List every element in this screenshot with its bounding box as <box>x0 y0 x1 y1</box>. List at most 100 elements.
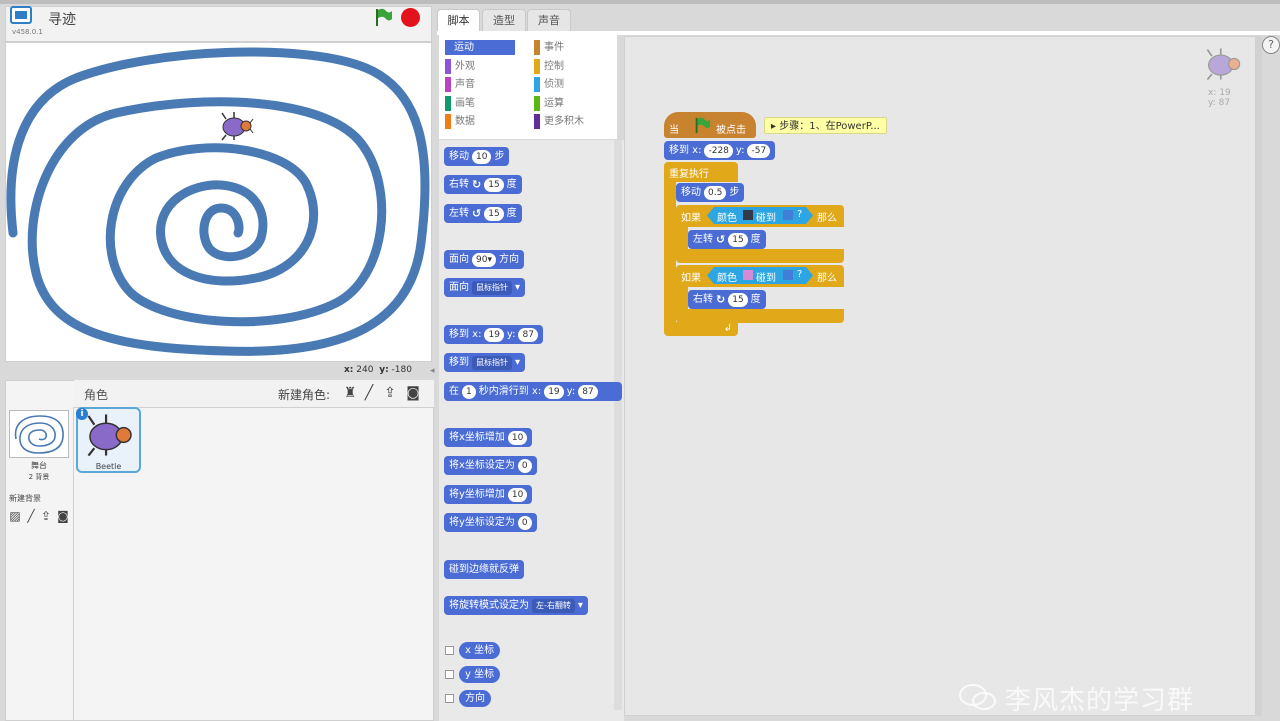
x-position-checkbox[interactable] <box>445 646 454 655</box>
tab-scripts[interactable]: 脚本 <box>437 9 480 31</box>
if-then-label: 那么 <box>817 273 837 284</box>
comment-collapse-icon[interactable]: ▸ <box>771 121 776 132</box>
forever-label: 重复执行 <box>669 169 709 180</box>
green-flag-icon[interactable] <box>373 7 393 27</box>
spiral-track <box>6 47 430 356</box>
backdrop-count: 2 背景 <box>28 473 50 481</box>
color-swatch-blue[interactable] <box>783 210 793 220</box>
tab-costumes[interactable]: 造型 <box>482 9 526 31</box>
category-right-0[interactable]: 事件 <box>534 40 604 55</box>
if-label: 如果 <box>681 273 701 284</box>
stage-name: 舞台 <box>31 461 47 470</box>
palette-turn-right-block[interactable]: 右转 ↻ 15 度 <box>444 175 522 194</box>
top-border <box>0 0 1280 4</box>
palette-y-position-reporter[interactable]: y 坐标 <box>459 666 501 683</box>
palette-set-x-block[interactable]: 将x坐标设定为 0 <box>444 456 537 475</box>
palette-set-y-block[interactable]: 将y坐标设定为 0 <box>444 513 537 532</box>
forever-block-arm <box>664 182 676 322</box>
category-right-3[interactable]: 运算 <box>534 95 604 111</box>
category-right-1[interactable]: 控制 <box>534 58 604 74</box>
condition-question-mark: ? <box>797 269 803 280</box>
dropdown-arrow-icon: ▾ <box>515 357 521 368</box>
if-block-2-foot <box>676 309 844 323</box>
camera-icon[interactable]: ◙ <box>404 384 422 402</box>
script-turn-left-block[interactable]: 左转 ↺ 15 度 <box>688 230 766 249</box>
backdrop-camera-icon[interactable]: ◙ <box>56 509 70 523</box>
rotate-counterclockwise-icon: ↺ <box>472 207 482 220</box>
block-categories: 运动外观声音画笔数据 事件控制侦测运算更多积木 <box>439 35 617 139</box>
collapse-arrow-icon[interactable]: ◂ <box>430 366 439 378</box>
direction-checkbox[interactable] <box>445 694 454 703</box>
project-title[interactable]: 寻迹 <box>48 9 76 29</box>
rotate-counterclockwise-icon: ↺ <box>716 233 726 246</box>
stage[interactable] <box>5 42 432 362</box>
fullscreen-icon[interactable] <box>10 6 32 24</box>
stop-button[interactable] <box>401 8 420 27</box>
paint-brush-icon[interactable]: ╱ <box>360 384 378 402</box>
color-swatch-blue[interactable] <box>783 270 793 280</box>
palette-move-block[interactable]: 移动 10 步 <box>444 147 510 166</box>
hat-label-when: 当 <box>669 125 679 136</box>
category-right-2[interactable]: 侦测 <box>534 77 604 92</box>
scripts-scrollbar[interactable] <box>1256 36 1262 716</box>
new-backdrop-label: 新建背景 <box>9 494 41 503</box>
scripts-area[interactable] <box>624 36 1256 716</box>
palette-turn-left-block[interactable]: 左转 ↺ 15 度 <box>444 204 522 223</box>
category-left-3[interactable]: 画笔 <box>445 95 515 111</box>
palette-x-position-reporter[interactable]: x 坐标 <box>459 642 501 659</box>
green-flag-icon <box>695 117 711 134</box>
tab-sounds[interactable]: 声音 <box>527 9 571 31</box>
palette-goto-block[interactable]: 移到 鼠标指针 ▾ <box>444 353 526 372</box>
y-position-checkbox[interactable] <box>445 670 454 679</box>
help-icon[interactable]: ? <box>1262 36 1280 54</box>
script-goto-xy-block[interactable]: 移到 x: -228 y: -57 <box>664 141 776 160</box>
condition-question-mark: ? <box>797 209 803 220</box>
category-left-2[interactable]: 声音 <box>445 77 515 92</box>
color-swatch-dark[interactable] <box>743 210 753 220</box>
watermark-text: 李风杰的学习群 <box>1005 686 1195 716</box>
choose-sprite-library-icon[interactable]: ♜ <box>341 384 359 402</box>
dropdown-arrow-icon: ▾ <box>577 600 583 611</box>
sprites-label: 角色 <box>84 388 109 402</box>
backdrop-upload-icon[interactable]: ⇪ <box>39 509 53 523</box>
backdrop-paint-icon[interactable]: ╱ <box>24 509 38 523</box>
upload-icon[interactable]: ⇪ <box>381 384 399 402</box>
new-sprite-label: 新建角色: <box>278 388 331 402</box>
category-left-0[interactable]: 运动 <box>445 40 515 55</box>
palette-bounce-block[interactable]: 碰到边缘就反弹 <box>444 560 524 579</box>
script-comment[interactable]: ▸ 步骤：1、在PowerP... <box>764 117 887 134</box>
beetle-sprite[interactable] <box>218 111 254 141</box>
dropdown-arrow-icon: ▾ <box>515 282 521 293</box>
category-left-4[interactable]: 数据 <box>445 114 515 129</box>
current-sprite-preview <box>1206 48 1241 81</box>
condition-touching-label: 碰到 <box>756 273 776 284</box>
loop-arrow-icon: ↲ <box>723 323 732 334</box>
forever-block-foot: ↲ <box>664 322 738 336</box>
palette-goto-xy-block[interactable]: 移到 x: 19 y: 87 <box>444 325 543 344</box>
palette-glide-block[interactable]: 在 1 秒内滑行到 x: 19 y: 87 <box>444 382 622 401</box>
rotate-clockwise-icon: ↻ <box>716 293 726 306</box>
category-left-1[interactable]: 外观 <box>445 58 515 74</box>
sprite-position-readout: x: 19 y: 87 <box>1208 88 1231 108</box>
backdrop-library-icon[interactable]: ▨ <box>8 509 22 523</box>
script-turn-right-block[interactable]: 右转 ↻ 15 度 <box>688 290 766 309</box>
palette-direction-reporter[interactable]: 方向 <box>459 690 491 707</box>
palette-scrollbar[interactable] <box>614 140 622 710</box>
wechat-icon <box>959 684 996 710</box>
palette-rotation-style-block[interactable]: 将旋转模式设定为 左-右翻转 ▾ <box>444 596 588 615</box>
category-right-4[interactable]: 更多积木 <box>534 114 604 129</box>
palette-point-direction-block[interactable]: 面向 90▾ 方向 <box>444 250 524 269</box>
palette-point-towards-block[interactable]: 面向 鼠标指针 ▾ <box>444 278 526 297</box>
if-block-1-foot <box>676 249 844 263</box>
rotate-clockwise-icon: ↻ <box>472 178 482 191</box>
script-move-block[interactable]: 移动 0.5 步 <box>676 183 745 202</box>
palette-change-y-block[interactable]: 将y坐标增加 10 <box>444 485 533 504</box>
sprite-panel-header <box>74 380 434 408</box>
version-label: v458.0.1 <box>12 28 43 36</box>
palette-change-x-block[interactable]: 将x坐标增加 10 <box>444 428 533 447</box>
info-icon[interactable]: i <box>76 408 88 420</box>
hat-label-clicked: 被点击 <box>716 125 746 136</box>
stage-thumbnail[interactable] <box>9 410 69 458</box>
mouse-coordinates: x: 240 y: -180 <box>344 365 412 375</box>
color-swatch-pink[interactable] <box>743 270 753 280</box>
